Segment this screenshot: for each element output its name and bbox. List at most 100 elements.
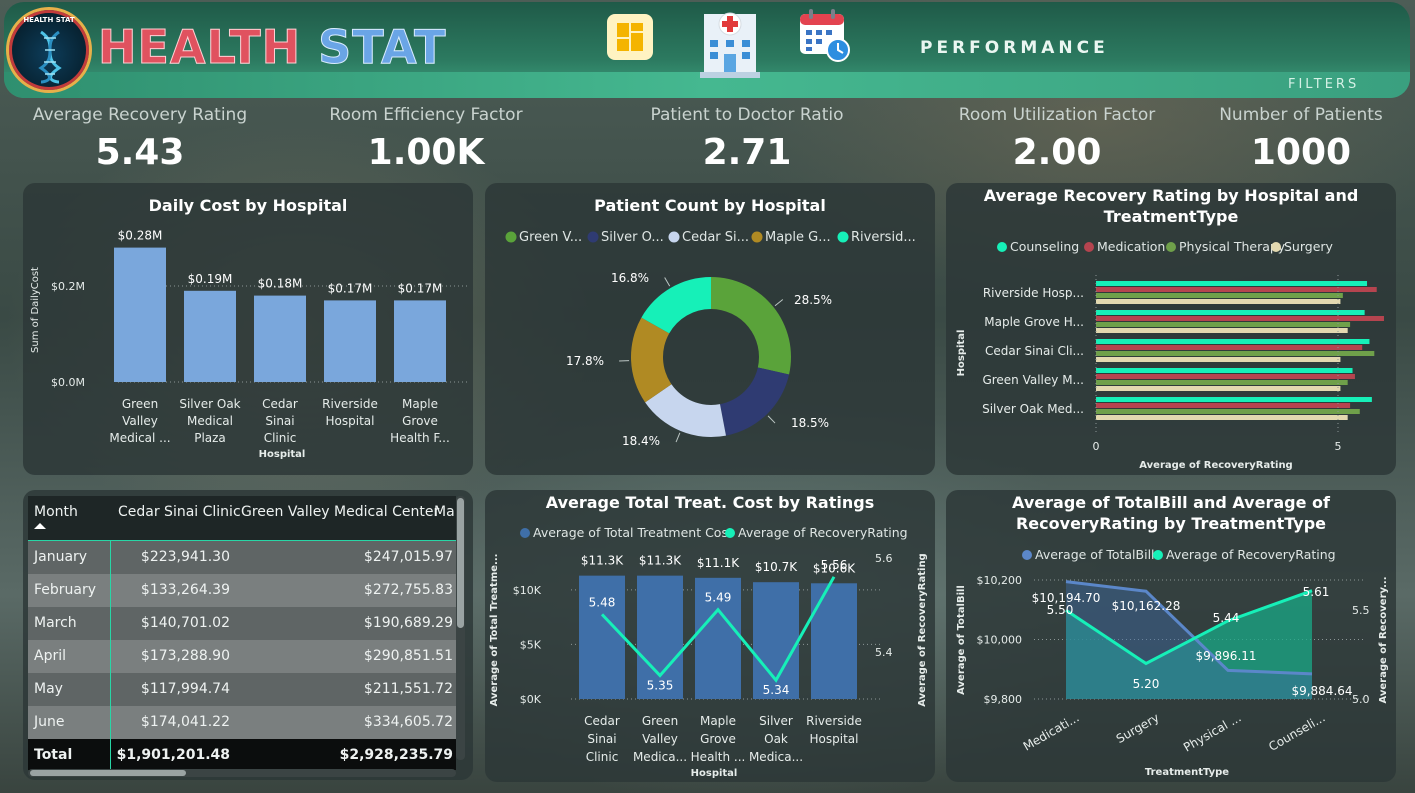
y2-tick-label: 5.0 <box>1352 693 1370 706</box>
x-tick-label: 0 <box>1093 440 1100 453</box>
kpi-label-room-utilization: Room Utilization Factor <box>958 105 1156 125</box>
kpi-label-avg-recovery: Average Recovery Rating <box>32 105 248 125</box>
x-tick-label: Counseli... <box>1266 710 1327 753</box>
y-tick-label: $10K <box>513 584 542 597</box>
slice-data-label: 17.8% <box>566 354 604 368</box>
monthly-cost-table[interactable]: Month Cedar Sinai Clinic Green Valley Me… <box>28 496 456 770</box>
y-tick-label: Maple Grove H... <box>984 315 1084 329</box>
y-tick-label: Cedar Sinai Cli... <box>985 344 1084 358</box>
table-header-green-valley[interactable]: Green Valley Medical Center <box>241 504 439 520</box>
legend-label: Average of RecoveryRating <box>1166 547 1336 562</box>
bar <box>1096 287 1377 292</box>
slice-data-label: 28.5% <box>794 293 832 307</box>
legend-label: Average of RecoveryRating <box>738 525 908 540</box>
kpi-value-room-utilization: 2.00 <box>1012 132 1102 173</box>
dashboard-icon[interactable] <box>606 13 654 61</box>
donut-slice <box>711 277 791 375</box>
y-tick-label: $9,800 <box>984 693 1023 706</box>
line-data-label: 5.49 <box>705 591 732 605</box>
hospital-icon[interactable] <box>694 6 766 80</box>
slice-leader-line <box>767 415 776 424</box>
table-header-cedar-sinai[interactable]: Cedar Sinai Clinic <box>118 504 241 520</box>
bill-rating-chart: Average of TotalBill Average of RecoveryR… <box>956 547 1389 778</box>
table-cell-month: May <box>34 681 63 697</box>
rating-data-label: 5.44 <box>1213 611 1240 625</box>
table-total-row[interactable]: Total $1,901,201.48 $2,928,235.79 <box>28 739 456 770</box>
legend-marker <box>837 231 849 243</box>
kpi-label-patients: Number of Patients <box>1219 105 1383 125</box>
legend-label: Surgery <box>1284 239 1334 254</box>
table-cell-value: $2,928,235.79 <box>339 747 453 763</box>
line-data-label: 5.35 <box>647 679 674 693</box>
table-cell-month: January <box>34 549 88 565</box>
treatment-cost-chart: Average of Total Treatment Cost Average o… <box>489 525 928 779</box>
bar <box>1096 374 1355 379</box>
bar-data-label: $0.17M <box>328 281 373 295</box>
legend-marker <box>751 231 763 243</box>
table-cell-month: June <box>34 714 65 730</box>
table-row[interactable]: March $140,701.02 $190,689.29 <box>28 607 456 640</box>
legend-label: Silver O... <box>601 230 664 245</box>
bar <box>1096 322 1351 327</box>
y-tick-label: $5K <box>520 638 542 651</box>
y-tick-label: Silver Oak Med... <box>982 402 1084 416</box>
legend-label: Maple G... <box>765 230 831 245</box>
table-cell-value: $223,941.30 <box>140 549 230 565</box>
rating-data-label: 5.61 <box>1303 585 1330 599</box>
bar-data-label: $11.1K <box>697 556 740 570</box>
bar <box>1096 415 1348 420</box>
x-tick-label: Riverside Hospital <box>806 714 862 746</box>
y2-axis-label: Average of Recovery... <box>1378 577 1389 704</box>
legend-label: Physical Therapy <box>1179 239 1286 254</box>
table-row[interactable]: February $133,264.39 $272,755.83 <box>28 574 456 607</box>
bar <box>579 575 625 699</box>
slice-data-label: 18.4% <box>622 434 660 448</box>
bar-data-label: $0.18M <box>258 277 303 291</box>
bar-data-label: $0.28M <box>118 229 163 243</box>
table-vertical-scrollbar-thumb[interactable] <box>457 498 464 628</box>
table-cell-value: $173,288.90 <box>140 648 230 664</box>
bill-data-label: $9,884.64 <box>1291 684 1352 698</box>
x-axis-label: Average of RecoveryRating <box>1139 460 1292 471</box>
legend-marker <box>1022 550 1032 560</box>
bar <box>254 295 306 382</box>
calendar-icon[interactable] <box>798 8 852 64</box>
legend-marker <box>997 242 1007 252</box>
filters-button[interactable]: FILTERS <box>1288 77 1359 92</box>
table-row[interactable]: April $173,288.90 $290,851.51 <box>28 640 456 673</box>
legend-label: Green V... <box>519 230 582 245</box>
bill-data-label: $10,162.28 <box>1112 599 1181 613</box>
x-tick-label: Green Valley Medical ... <box>109 397 170 445</box>
bar <box>1096 380 1348 385</box>
bar <box>811 583 857 699</box>
table-cell-month: February <box>34 582 97 598</box>
bar <box>1096 386 1341 391</box>
table-horizontal-scrollbar[interactable] <box>28 769 456 777</box>
table-row[interactable]: May $117,994.74 $211,551.72 <box>28 673 456 706</box>
table-header-maple-truncated[interactable]: Ma <box>434 504 455 520</box>
legend-label: Cedar Si... <box>682 230 749 245</box>
table-row[interactable]: June $174,041.22 $334,605.72 <box>28 706 456 739</box>
bar <box>1096 299 1341 304</box>
y-axis-label: Sum of DailyCost <box>30 267 41 353</box>
y2-tick-label: 5.6 <box>875 552 893 565</box>
y-axis-label: Average of Total Treatme... <box>489 554 500 707</box>
slice-data-label: 18.5% <box>791 416 829 430</box>
legend-marker <box>725 528 735 538</box>
bar <box>1096 368 1353 373</box>
x-tick-label: Maple Grove Health ... <box>691 714 746 764</box>
legend-marker <box>1166 242 1176 252</box>
legend-marker <box>520 528 530 538</box>
x-axis-label: TreatmentType <box>1145 767 1229 778</box>
table-cell-month: Total <box>34 747 73 763</box>
table-cell-value: $190,689.29 <box>363 615 453 631</box>
table-horizontal-scrollbar-thumb[interactable] <box>30 770 186 776</box>
table-cell-value: $272,755.83 <box>363 582 453 598</box>
table-vertical-scrollbar[interactable] <box>456 496 465 760</box>
table-row[interactable]: January $223,941.30 $247,015.97 <box>28 541 456 574</box>
y-axis-label: Average of TotalBill <box>956 585 967 695</box>
table-cell-value: $247,015.97 <box>363 549 453 565</box>
sort-ascending-icon[interactable] <box>34 522 46 530</box>
x-tick-label: Green Valley Medica... <box>633 714 687 764</box>
table-header-month[interactable]: Month <box>34 504 78 520</box>
